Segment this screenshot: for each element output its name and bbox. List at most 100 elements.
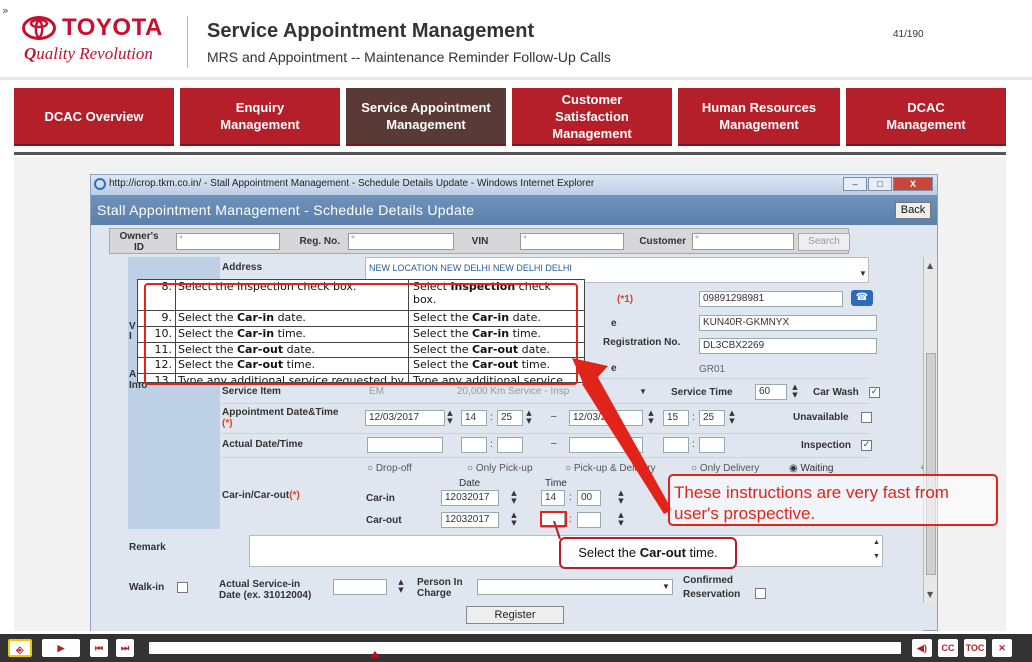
- carinout-label: Car-in/Car-out(*): [222, 490, 300, 501]
- appt-time-from-stepper[interactable]: ▲ ▼: [525, 409, 533, 427]
- carin-date-stepper[interactable]: ▲ ▼: [510, 489, 518, 507]
- row-divider: [220, 457, 870, 458]
- play-icon[interactable]: ▶: [42, 639, 80, 657]
- person-select[interactable]: [477, 579, 673, 595]
- address-scroll-icon: ▼: [859, 269, 867, 278]
- vin-input[interactable]: *: [520, 233, 624, 250]
- radio-dropoff[interactable]: ○ Drop-off: [367, 463, 412, 474]
- prev-icon[interactable]: ⏮: [90, 639, 108, 657]
- page-subtitle: MRS and Appointment -- Maintenance Remin…: [207, 49, 611, 65]
- nav-tab-2[interactable]: Enquiry Management: [180, 88, 340, 146]
- walkin-checkbox[interactable]: [177, 582, 188, 593]
- appt-hh-from[interactable]: 14: [461, 410, 487, 426]
- scroll-thumb[interactable]: [926, 353, 936, 575]
- appt-date-from[interactable]: 12/03/2017: [365, 410, 445, 426]
- actual-datetime-label: Actual Date/Time: [222, 439, 303, 450]
- module-nav: DCAC Overview Enquiry Management Service A…: [14, 88, 1006, 148]
- minimize-button[interactable]: –: [843, 177, 867, 191]
- maximize-button[interactable]: □: [868, 177, 892, 191]
- nav-tab-3[interactable]: Service Appointment Management: [346, 88, 506, 146]
- reg-no-label: Reg. No.: [299, 236, 340, 247]
- audio-icon[interactable]: ◀): [912, 639, 932, 657]
- time-separator: :: [490, 412, 493, 423]
- actual-hh-from[interactable]: [461, 437, 487, 453]
- logo-tagline: Quality Revolution: [24, 44, 153, 63]
- model-label: e: [611, 318, 617, 329]
- carout-date[interactable]: 12032017: [441, 512, 499, 528]
- expand-icon[interactable]: »: [2, 4, 9, 17]
- appt-time-to-stepper[interactable]: ▲ ▼: [728, 409, 736, 427]
- exit-icon[interactable]: ⎆: [8, 639, 32, 657]
- customer-input[interactable]: *: [692, 233, 794, 250]
- phone-field[interactable]: 09891298981: [699, 291, 843, 307]
- confirmed-checkbox[interactable]: [755, 588, 766, 599]
- carout-date-stepper[interactable]: ▲ ▼: [510, 511, 518, 529]
- browser-titlebar: http://icrop.tkm.co.in/ - Stall Appointm…: [91, 175, 937, 195]
- range-dash: –: [551, 411, 557, 422]
- close-player-icon[interactable]: ✕: [992, 639, 1012, 657]
- appt-mm-from[interactable]: 25: [497, 410, 523, 426]
- reg-no-input[interactable]: *: [348, 233, 454, 250]
- toyota-emblem-icon: [22, 16, 56, 40]
- nav-tab-6[interactable]: DCAC Management: [846, 88, 1006, 146]
- car-wash-checkbox[interactable]: ✓: [869, 387, 880, 398]
- phone-call-icon[interactable]: ☎: [851, 290, 873, 306]
- carout-time-highlight: [540, 511, 567, 527]
- app-header: Stall Appointment Management - Schedule …: [91, 195, 937, 225]
- model-field[interactable]: KUN40R-GKMNYX: [699, 315, 877, 331]
- person-dropdown-icon[interactable]: ▼: [662, 582, 670, 591]
- registration-field[interactable]: DL3CBX2269: [699, 338, 877, 354]
- customer-label: Customer: [639, 236, 686, 247]
- page-counter: 41/190: [893, 29, 924, 40]
- carin-date[interactable]: 12032017: [441, 490, 499, 506]
- nav-rule: [14, 152, 1006, 155]
- progress-track[interactable]: [149, 642, 901, 654]
- unavailable-checkbox[interactable]: [861, 412, 872, 423]
- left-label-i: I: [129, 331, 132, 342]
- owner-id-input[interactable]: *: [176, 233, 280, 250]
- actual-mm-from[interactable]: [497, 437, 523, 453]
- next-icon[interactable]: ⏭: [116, 639, 134, 657]
- toc-button[interactable]: TOC: [964, 639, 986, 657]
- app-title: Stall Appointment Management - Schedule …: [97, 202, 475, 218]
- nav-tab-1[interactable]: DCAC Overview: [14, 88, 174, 146]
- inspection-label: Inspection: [801, 440, 852, 451]
- form-scrollbar[interactable]: ▲ ▼: [923, 257, 937, 603]
- radio-delivery[interactable]: ○ Only Delivery: [691, 463, 759, 474]
- radio-waiting[interactable]: ◉ Waiting: [789, 463, 834, 474]
- actual-service-stepper[interactable]: ▲ ▼: [397, 578, 405, 596]
- nav-tab-5[interactable]: Human Resources Management: [678, 88, 840, 146]
- appt-date-from-stepper[interactable]: ▲ ▼: [446, 409, 454, 427]
- scroll-down-icon[interactable]: ▼: [927, 590, 933, 599]
- search-bar: Owner's ID * Reg. No. * VIN * Customer *…: [109, 228, 850, 254]
- register-button[interactable]: Register: [466, 606, 564, 624]
- toyota-logo: TOYOTA Quality Revolution: [22, 14, 182, 64]
- actual-mm-to[interactable]: [699, 437, 725, 453]
- radio-pickup[interactable]: ○ Only Pick-up: [467, 463, 533, 474]
- actual-service-field[interactable]: [333, 579, 387, 595]
- progress-thumb[interactable]: [369, 651, 380, 658]
- service-time-field[interactable]: 60: [755, 384, 787, 400]
- owner-id-label: Owner's ID: [119, 231, 159, 253]
- cc-button[interactable]: CC: [938, 639, 958, 657]
- scroll-up-icon[interactable]: ▲: [927, 261, 933, 270]
- address-value: NEW LOCATION NEW DELHI NEW DELHI DELHI: [369, 263, 572, 273]
- close-button[interactable]: X: [893, 177, 933, 191]
- browser-window: http://icrop.tkm.co.in/ - Stall Appointm…: [90, 174, 938, 631]
- actual-service-label: Actual Service-in Date (ex. 31012004): [219, 579, 312, 601]
- appt-mm-to[interactable]: 25: [699, 410, 725, 426]
- appointment-label: Appointment Date&Time (*): [222, 407, 339, 429]
- carout-label: Car-out: [366, 515, 402, 526]
- actual-date-from[interactable]: [367, 437, 443, 453]
- search-button[interactable]: Search: [798, 233, 850, 251]
- step-tooltip: Select the Car-out time.: [559, 537, 737, 569]
- walkin-label: Walk-in: [129, 582, 165, 593]
- service-time-stepper[interactable]: ▲ ▼: [791, 383, 799, 401]
- vin-label: VIN: [471, 236, 489, 247]
- inspection-checkbox[interactable]: ✓: [861, 440, 872, 451]
- instruction-highlight: [144, 283, 578, 385]
- nav-tab-4[interactable]: Customer Satisfaction Management: [512, 88, 672, 146]
- back-button[interactable]: Back: [895, 202, 931, 219]
- service-item-desc[interactable]: 20,000 Km Service - Insp: [457, 386, 569, 397]
- player-bar: ⎆ ▶ ⏮ ⏭ ◀) CC TOC ✕: [0, 634, 1032, 662]
